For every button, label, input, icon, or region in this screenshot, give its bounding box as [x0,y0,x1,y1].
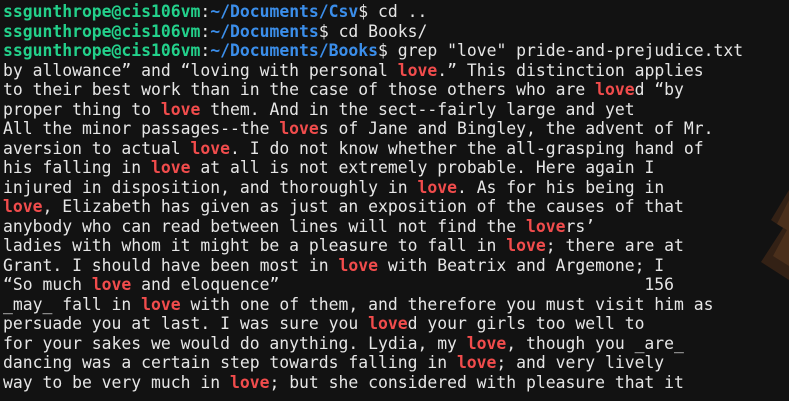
output-line: aversion to actual love. I do not know w… [3,139,743,159]
prompt-symbol: $ [358,2,379,21]
output-text: with Beatrix and Argemone; I [378,255,665,275]
prompt-symbol: $ [318,21,339,41]
output-line: _may_ fall in love with one of them, and… [3,295,743,315]
output-text: aversion to actual [3,138,191,158]
output-text: them. And in the sect--fairly large and … [200,99,635,119]
prompt-user-host: ssgunthrope@cis106vm [3,21,201,41]
match-highlight: love [229,372,270,392]
output-text: with one of them, and therefore you must… [180,294,714,314]
match-highlight: love [279,119,319,138]
output-text: “So much [3,275,92,294]
output-text: d your girls too well to [407,314,645,333]
output-line: All the minor passages--the loves of Jan… [3,119,743,139]
prompt-separator: : [200,2,211,21]
prompt-path: ~/Documents/Books [210,41,379,60]
output-text: proper thing to [3,99,161,119]
match-highlight: love [338,255,378,275]
output-line: injured in disposition, and thoroughly i… [3,178,743,198]
output-text: way to be very much in [3,372,230,392]
output-text: s of Jane and Bingley, the advent of Mr. [318,119,714,138]
output-text: dancing was a certain step towards falli… [3,353,457,372]
output-line: persuade you at last. I was sure you lov… [3,314,743,334]
output-text: ladies with whom it might be a pleasure … [3,236,507,255]
output-line: to their best work than in the case of t… [3,80,743,100]
match-highlight: love [595,80,635,99]
output-line: his falling in love at all is not extrem… [3,158,743,178]
prompt-user-host: ssgunthrope@cis106vm [3,41,201,60]
output-line: anybody who can read between lines will … [3,217,743,237]
output-text: his falling in [3,158,152,177]
match-highlight: love [368,314,408,333]
output-line: ladies with whom it might be a pleasure … [3,236,743,256]
output-line: for your sakes we would do anything. Lyd… [3,334,743,354]
output-text: ; there are at [545,236,684,255]
output-text: persuade you at last. I was sure you [3,314,369,333]
output-line: by allowance” and “loving with personal … [3,61,743,81]
prompt-path: ~/Documents [210,21,319,41]
output-line: love, Elizabeth has given as just an exp… [3,197,743,217]
output-text: and eloquence” 156 [131,275,675,294]
match-highlight: love [397,60,438,80]
match-highlight: love [151,158,191,177]
output-text: by allowance” and “loving with personal [3,60,398,80]
output-text: anybody who can read between lines will … [3,216,527,236]
output-text: All the minor passages--the [3,119,280,138]
output-line: dancing was a certain step towards falli… [3,353,743,373]
match-highlight: love [141,294,181,314]
output-text: ; and very lively [496,353,665,372]
output-text: to their best work than in the case of t… [3,80,596,99]
prompt-line: ssgunthrope@cis106vm:~/Documents/Csv$ cd… [3,2,743,22]
command-text: cd Books/ [338,21,428,41]
match-highlight: love [3,197,43,216]
match-highlight: love [417,177,457,197]
prompt-symbol: $ [378,41,398,60]
match-highlight: love [456,353,497,372]
output-line: way to be very much in love; but she con… [3,373,743,393]
output-text: rs’ [565,216,596,236]
match-highlight: love [466,333,507,353]
output-line: “So much love and eloquence” 156 [3,275,743,295]
output-line: proper thing to love them. And in the se… [3,100,743,120]
match-highlight: love [190,138,230,158]
output-text: for your sakes we would do anything. Lyd… [3,333,467,353]
terminal-window[interactable]: ssgunthrope@cis106vm:~/Documents/Csv$ cd… [0,0,789,401]
output-text: , Elizabeth has given as just an exposit… [42,197,684,216]
output-text: at all is not extremely probable. Here a… [190,158,655,177]
output-text: _may_ fall in [3,294,142,314]
output-text: .” This distinction applies [437,60,704,80]
match-highlight: love [506,236,546,255]
prompt-separator: : [200,21,211,41]
prompt-user-host: ssgunthrope@cis106vm [3,2,201,21]
output-text: injured in disposition, and thoroughly i… [3,177,418,197]
output-line: Grant. I should have been most in love w… [3,256,743,276]
output-text: . As for his being in [456,177,665,197]
match-highlight: love [91,275,132,294]
prompt-path: ~/Documents/Csv [210,2,359,21]
match-highlight: love [160,99,201,119]
output-text: ; but she considered with pleasure that … [269,372,684,392]
command-text: grep "love" pride-and-prejudice.txt [397,41,744,60]
prompt-separator: : [200,41,211,60]
terminal-output: ssgunthrope@cis106vm:~/Documents/Csv$ cd… [3,2,743,392]
output-text: Grant. I should have been most in [3,255,339,275]
output-text: , though you _are_ [506,333,684,353]
output-text: d “by [634,80,684,99]
match-highlight: love [526,216,566,236]
prompt-line: ssgunthrope@cis106vm:~/Documents$ cd Boo… [3,22,743,42]
prompt-line: ssgunthrope@cis106vm:~/Documents/Books$ … [3,41,743,61]
wallpaper-decoration [761,190,789,280]
output-text: . I do not know whether the all-grasping… [229,138,704,158]
command-text: cd .. [378,2,428,21]
